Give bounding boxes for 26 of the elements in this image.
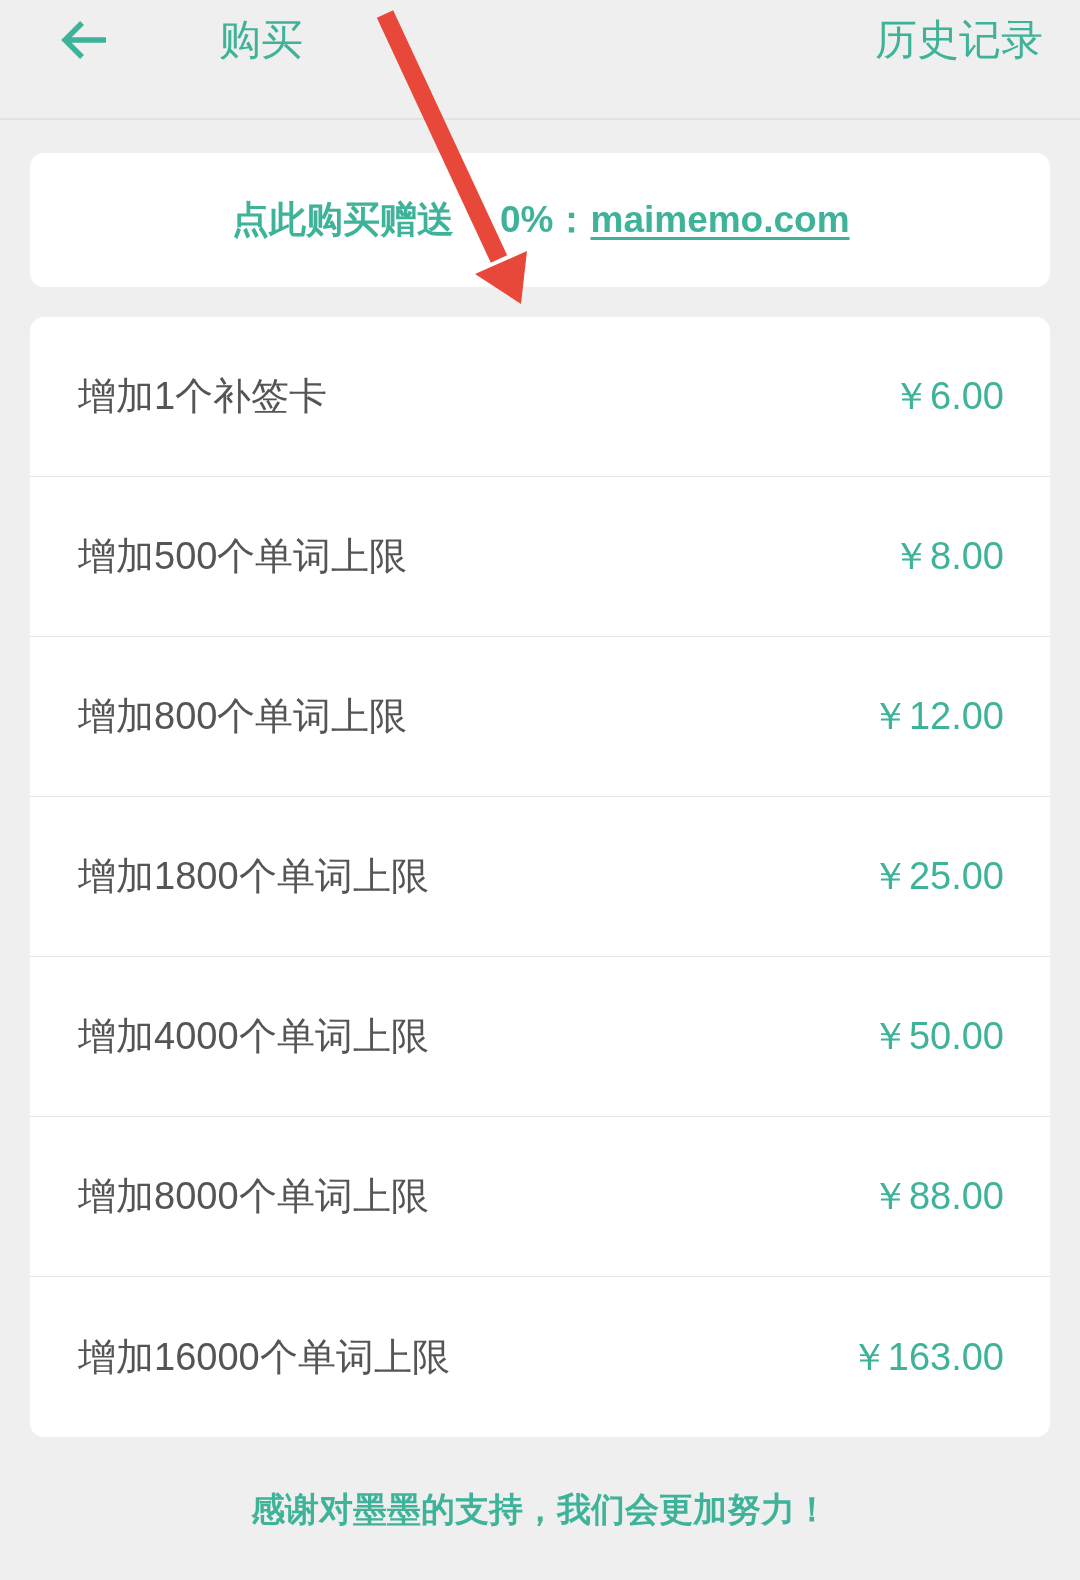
- product-row[interactable]: 增加1800个单词上限 ￥25.00: [30, 797, 1050, 957]
- product-name: 增加16000个单词上限: [78, 1334, 450, 1380]
- promo-text: 点此购买赠送: [232, 198, 454, 242]
- product-name: 增加1800个单词上限: [78, 854, 429, 899]
- product-row[interactable]: 增加4000个单词上限 ￥50.00: [30, 957, 1050, 1117]
- back-icon[interactable]: [60, 20, 108, 60]
- product-price: ￥88.00: [870, 1174, 1004, 1219]
- thanks-message: 感谢对墨墨的支持，我们会更加努力！: [251, 1489, 829, 1530]
- product-name: 增加1个补签卡: [78, 374, 328, 419]
- product-price: ￥25.00: [870, 854, 1004, 899]
- product-row[interactable]: 增加1个补签卡 ￥6.00: [30, 317, 1050, 477]
- product-name: 增加8000个单词上限: [78, 1174, 429, 1219]
- product-row[interactable]: 增加16000个单词上限 ￥163.00: [30, 1277, 1050, 1437]
- product-row[interactable]: 增加8000个单词上限 ￥88.00: [30, 1117, 1050, 1277]
- product-price: ￥6.00: [892, 374, 1004, 419]
- product-name: 增加500个单词上限: [78, 534, 408, 579]
- product-price: ￥50.00: [870, 1014, 1004, 1059]
- product-name: 增加4000个单词上限: [78, 1014, 429, 1059]
- page-title: 购买: [219, 15, 303, 65]
- product-row[interactable]: 增加500个单词上限 ￥8.00: [30, 477, 1050, 637]
- product-name: 增加800个单词上限: [78, 694, 408, 739]
- product-price: ￥12.00: [870, 694, 1004, 739]
- product-row[interactable]: 增加800个单词上限 ￥12.00: [30, 637, 1050, 797]
- product-price: ￥163.00: [849, 1334, 1004, 1380]
- product-price: ￥8.00: [892, 534, 1004, 579]
- promo-text: 0%：: [500, 198, 591, 242]
